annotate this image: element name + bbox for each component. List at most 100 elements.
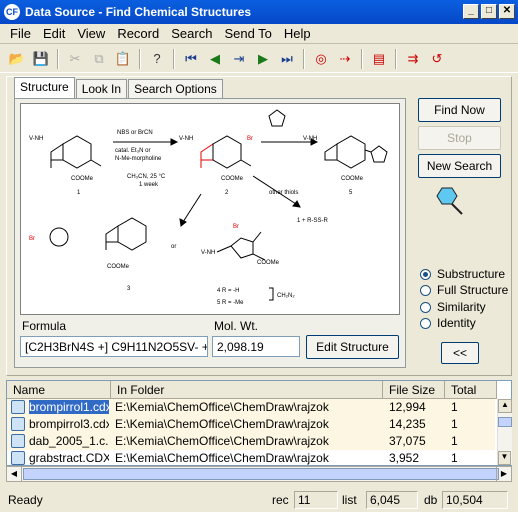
scheme-coome-label-4: COOMe	[107, 264, 130, 270]
or-label: or	[171, 244, 176, 250]
compound-3-label: 3	[127, 286, 131, 292]
open-icon[interactable]: 📂	[6, 48, 28, 70]
substructure-radio[interactable]: Substructure	[420, 267, 505, 281]
compound-1-label: 1	[77, 190, 81, 196]
list-item[interactable]: dab_2005_1.c... E:\Kemia\ChemOffice\Chem…	[7, 433, 495, 450]
stop-button[interactable]: Stop	[418, 126, 501, 150]
new-search-button[interactable]: New Search	[418, 154, 501, 178]
last-record-icon[interactable]: ⏭	[276, 48, 298, 70]
identity-label: Identity	[437, 316, 476, 330]
file-size: 37,075	[389, 434, 426, 448]
ch2n2-label: CH₂N₂	[277, 293, 295, 299]
substructure-label: Substructure	[437, 267, 506, 281]
column-header-folder[interactable]: In Folder	[111, 381, 383, 399]
scheme-br-label-3: Br	[233, 224, 239, 230]
first-record-icon[interactable]: ⏮	[180, 48, 202, 70]
next-record-icon[interactable]: ▶	[252, 48, 274, 70]
query-tabs: Structure Look In Search Options	[14, 77, 224, 98]
reagent-label-2: catal. Et₃N or	[115, 148, 150, 154]
list-count: 6,045	[366, 491, 418, 509]
r4-label: 4 R = -H	[217, 288, 240, 294]
tab-search-options[interactable]: Search Options	[128, 79, 223, 98]
chemfinder-icon: CF	[4, 4, 20, 20]
list-item[interactable]: grabstract.CDX E:\Kemia\ChemOffice\ChemD…	[7, 450, 495, 467]
menu-send-to[interactable]: Send To	[218, 26, 277, 41]
chemdraw-file-icon	[11, 451, 25, 465]
compound-2-label: 2	[225, 190, 229, 196]
condition-label-2: 1 week	[139, 182, 159, 188]
column-header-total[interactable]: Total	[445, 381, 497, 399]
scroll-down-arrow-icon[interactable]: ▼	[498, 451, 511, 465]
send-to-icon[interactable]: ⇉	[402, 48, 424, 70]
identity-radio[interactable]: Identity	[420, 316, 476, 330]
find-target-icon[interactable]: ◎	[310, 48, 332, 70]
title-bar: CF Data Source - Find Chemical Structure…	[0, 0, 518, 24]
list-item[interactable]: brompirrol3.cdx E:\Kemia\ChemOffice\Chem…	[7, 416, 495, 433]
status-ready: Ready	[8, 493, 43, 507]
menu-search[interactable]: Search	[165, 26, 218, 41]
maximize-button[interactable]: □	[481, 4, 497, 19]
reagent-label-3: N-Me-morpholine	[115, 156, 162, 162]
table-icon[interactable]: ▤	[368, 48, 390, 70]
results-list[interactable]: Name In Folder File Size Total brompirro…	[6, 380, 512, 466]
horizontal-scroll-thumb[interactable]	[23, 468, 499, 480]
collapse-button[interactable]: <<	[441, 342, 479, 364]
full-structure-radio[interactable]: Full Structure	[420, 283, 508, 297]
menu-record[interactable]: Record	[111, 26, 165, 41]
scroll-up-arrow-icon[interactable]: ▲	[498, 399, 512, 413]
disulfide-product-label: 1 + R-SS-R	[297, 218, 329, 224]
menu-help[interactable]: Help	[278, 26, 317, 41]
list-label: list	[342, 493, 357, 507]
file-total: 1	[451, 400, 458, 414]
scroll-left-arrow-icon[interactable]: ◀	[7, 467, 22, 481]
column-header-name[interactable]: Name	[7, 381, 111, 399]
paste-icon[interactable]: 📋	[112, 48, 134, 70]
tab-look-in[interactable]: Look In	[75, 79, 128, 98]
db-count: 10,504	[442, 491, 508, 509]
close-button[interactable]: ✕	[499, 4, 515, 19]
similarity-label: Similarity	[437, 300, 486, 314]
compound-5-label: 5	[349, 190, 353, 196]
scheme-vnh-label-3: V-NH	[303, 136, 317, 142]
structure-canvas[interactable]: V-NH COOMe 1 NBS or BrCN catal. Et₃N or …	[20, 103, 400, 315]
list-vertical-scrollbar[interactable]: ▲ ▼	[497, 399, 512, 465]
tab-structure[interactable]: Structure	[14, 77, 75, 98]
edit-structure-button[interactable]: Edit Structure	[306, 335, 399, 359]
find-now-button[interactable]: Find Now	[418, 98, 501, 122]
goto-record-icon[interactable]: ⇥	[228, 48, 250, 70]
scroll-thumb[interactable]	[498, 417, 512, 427]
list-item[interactable]: brompirrol1.cdx E:\Kemia\ChemOffice\Chem…	[7, 399, 495, 416]
file-name: grabstract.CDX	[29, 451, 109, 465]
formula-field[interactable]: [C2H3BrN4S +] C9H11N2O5SV- + +	[20, 336, 208, 357]
scroll-right-arrow-icon[interactable]: ▶	[496, 467, 511, 481]
find-list-icon[interactable]: ⇢	[334, 48, 356, 70]
restore-list-icon[interactable]: ↺	[426, 48, 448, 70]
file-name: brompirrol1.cdx	[29, 400, 109, 414]
list-horizontal-scrollbar[interactable]: ◀ ▶	[6, 466, 512, 482]
mol-wt-label: Mol. Wt.	[214, 319, 258, 333]
file-name: brompirrol3.cdx	[29, 417, 109, 431]
menu-view[interactable]: View	[71, 26, 111, 41]
window-title: Data Source - Find Chemical Structures	[25, 5, 252, 19]
scheme-coome-label-2: COOMe	[221, 176, 244, 182]
previous-record-icon[interactable]: ◀	[204, 48, 226, 70]
menu-file[interactable]: File	[4, 26, 37, 41]
file-name: dab_2005_1.c...	[29, 434, 109, 448]
copy-icon[interactable]: ⧉	[88, 48, 110, 70]
scheme-br-label-2: Br	[29, 236, 35, 242]
cut-icon[interactable]: ✂	[64, 48, 86, 70]
similarity-radio[interactable]: Similarity	[420, 300, 486, 314]
save-icon[interactable]: 💾	[30, 48, 52, 70]
help-icon[interactable]: ?	[146, 48, 168, 70]
formula-label: Formula	[22, 319, 67, 333]
menu-edit[interactable]: Edit	[37, 26, 71, 41]
other-thiols-label: other thiols	[269, 190, 298, 196]
status-bar: Ready rec list db	[0, 488, 518, 512]
column-header-size[interactable]: File Size	[383, 381, 445, 399]
scheme-vnh-label: V-NH	[29, 136, 43, 142]
file-size: 3,952	[389, 451, 420, 465]
mol-wt-field[interactable]: 2,098.19	[212, 336, 300, 357]
minimize-button[interactable]: _	[463, 4, 479, 19]
file-total: 1	[451, 451, 458, 465]
file-folder: E:\Kemia\ChemOffice\ChemDraw\rajzok	[115, 451, 329, 465]
